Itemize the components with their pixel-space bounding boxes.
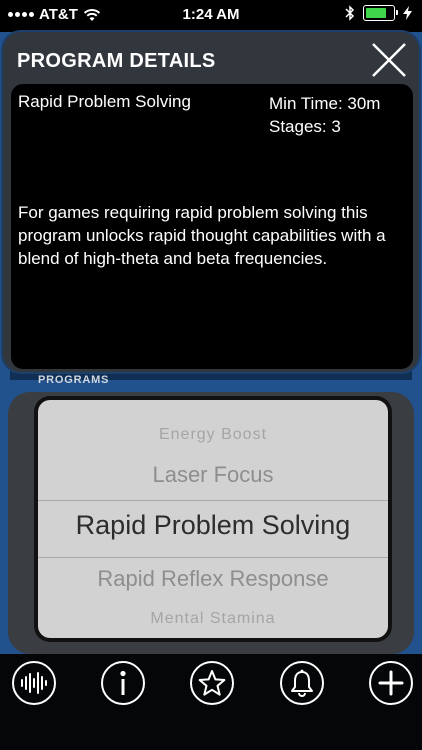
charging-bolt-icon bbox=[403, 6, 412, 20]
picker-item-rapid-reflex-response[interactable]: Rapid Reflex Response bbox=[38, 566, 388, 592]
bell-icon bbox=[291, 669, 313, 697]
notifications-button[interactable] bbox=[280, 661, 324, 705]
program-name: Rapid Problem Solving bbox=[18, 92, 191, 111]
battery-icon bbox=[363, 5, 398, 21]
favorites-button[interactable] bbox=[190, 661, 234, 705]
min-time-label: Min Time: 30m bbox=[269, 94, 381, 113]
plus-icon bbox=[378, 670, 404, 696]
picker-item-laser-focus[interactable]: Laser Focus bbox=[38, 462, 388, 488]
info-button[interactable] bbox=[101, 661, 145, 705]
battery-fill bbox=[366, 8, 386, 18]
star-icon bbox=[198, 670, 226, 696]
waveform-button[interactable] bbox=[12, 661, 56, 705]
status-bar: AT&T 1:24 AM bbox=[0, 0, 422, 32]
picker-item-rapid-problem-solving[interactable]: Rapid Problem Solving bbox=[38, 510, 388, 541]
programs-label: PROGRAMS bbox=[38, 374, 110, 386]
add-button[interactable] bbox=[369, 661, 413, 705]
program-picker[interactable]: Energy Boost Laser Focus Rapid Problem S… bbox=[38, 400, 388, 638]
stages-label: Stages: 3 bbox=[269, 117, 341, 136]
program-details-modal: PROGRAM DETAILS Rapid Problem Solving Mi… bbox=[3, 32, 419, 372]
program-details-content: Rapid Problem Solving Min Time: 30m Stag… bbox=[11, 84, 413, 369]
bluetooth-icon bbox=[345, 5, 355, 21]
status-right-group bbox=[345, 5, 412, 21]
info-icon bbox=[120, 670, 126, 695]
picker-item-energy-boost[interactable]: Energy Boost bbox=[38, 426, 388, 444]
program-meta: Min Time: 30m Stages: 3 bbox=[269, 92, 380, 138]
picker-item-mental-stamina[interactable]: Mental Stamina bbox=[38, 610, 388, 628]
waveform-icon bbox=[21, 672, 47, 694]
close-icon[interactable] bbox=[369, 40, 409, 80]
program-description: For games requiring rapid problem solvin… bbox=[18, 203, 386, 268]
modal-title: PROGRAM DETAILS bbox=[17, 50, 216, 72]
